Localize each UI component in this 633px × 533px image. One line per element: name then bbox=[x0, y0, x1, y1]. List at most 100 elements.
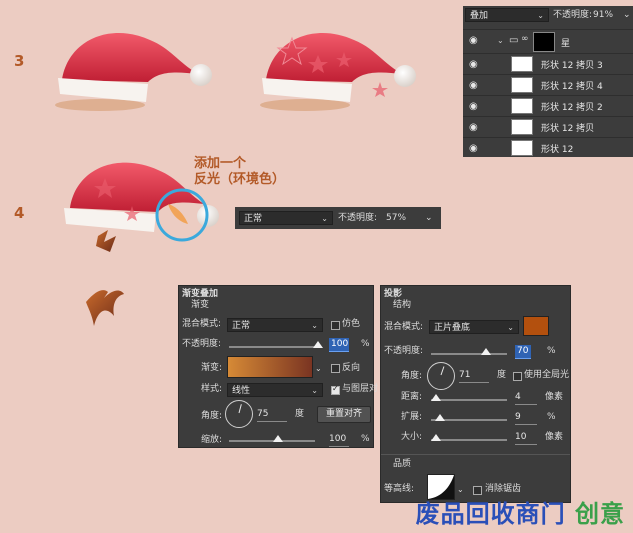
layer-thumbnail bbox=[511, 119, 533, 135]
layer-row[interactable]: ◉ 形状 12 拷贝 4 bbox=[463, 74, 633, 95]
eye-icon[interactable]: ◉ bbox=[469, 122, 478, 133]
opacity-field[interactable]: 70 bbox=[515, 345, 531, 359]
distance-field[interactable]: 4 bbox=[515, 391, 537, 405]
eye-icon[interactable]: ◉ bbox=[469, 35, 478, 46]
scale-field[interactable]: 100 bbox=[329, 433, 349, 447]
divider bbox=[381, 454, 570, 455]
opacity-slider[interactable] bbox=[431, 348, 507, 355]
distance-label: 距离: bbox=[401, 392, 423, 402]
blend-mode-value: 正常 bbox=[232, 321, 251, 331]
layer-group-row[interactable]: ◉ ⌄ ▭ ∞ 星 bbox=[463, 29, 633, 53]
blend-mode-select[interactable]: 正常 ⌄ bbox=[227, 318, 323, 332]
eye-icon[interactable]: ◉ bbox=[469, 59, 478, 70]
spread-slider[interactable] bbox=[431, 414, 507, 421]
layer-name: 形状 12 bbox=[541, 145, 574, 155]
style-value: 线性 bbox=[232, 386, 251, 396]
watermark: 废品回收商门 创意 bbox=[416, 494, 625, 529]
slider-thumb[interactable] bbox=[435, 414, 445, 421]
size-slider[interactable] bbox=[431, 434, 507, 441]
dither-label: 仿色 bbox=[342, 319, 361, 329]
layer-name: 形状 12 拷贝 3 bbox=[541, 61, 603, 71]
global-light-label: 使用全局光 bbox=[524, 370, 570, 380]
eye-icon[interactable]: ◉ bbox=[469, 143, 478, 154]
pixels-label: 像素 bbox=[545, 432, 564, 442]
opacity-label: 不透明度: bbox=[553, 10, 593, 20]
size-field[interactable]: 10 bbox=[515, 431, 537, 445]
chevron-down-icon[interactable]: ⌄ bbox=[623, 9, 631, 22]
blend-mode-select[interactable]: 正片叠底 ⌄ bbox=[429, 320, 519, 334]
blend-opacity-bar: 正常 ⌄ 不透明度: 57% ⌄ bbox=[235, 207, 441, 229]
section-title: 结构 bbox=[393, 300, 412, 310]
gradient-overlay-panel: 渐变叠加 渐变 混合模式: 正常 ⌄ 仿色 不透明度: 100 % 渐变: ⌄ … bbox=[178, 285, 378, 448]
align-with-layer-checkbox[interactable] bbox=[331, 384, 340, 395]
reverse-label: 反向 bbox=[342, 363, 361, 373]
angle-field[interactable]: 71 bbox=[459, 369, 489, 383]
blend-mode-select[interactable]: 正常 ⌄ bbox=[239, 211, 333, 225]
size-label: 大小: bbox=[401, 432, 423, 442]
blend-mode-value: 叠加 bbox=[470, 11, 489, 21]
pixels-label: 像素 bbox=[545, 392, 564, 402]
global-light-checkbox[interactable] bbox=[513, 372, 522, 381]
angle-dial[interactable] bbox=[225, 400, 253, 428]
blend-mode-label: 混合模式: bbox=[384, 322, 424, 332]
percent-label: % bbox=[547, 346, 556, 356]
opacity-value[interactable]: 91% bbox=[593, 9, 613, 22]
slider-thumb[interactable] bbox=[431, 394, 441, 401]
chevron-down-icon[interactable]: ⌄ bbox=[315, 362, 322, 375]
chevron-down-icon: ⌄ bbox=[311, 321, 318, 330]
layer-row[interactable]: ◉ 形状 12 拷贝 2 bbox=[463, 95, 633, 116]
blend-mode-value: 正片叠底 bbox=[434, 323, 471, 333]
chevron-down-icon[interactable]: ⌄ bbox=[425, 212, 433, 225]
angle-label: 角度: bbox=[201, 411, 223, 421]
opacity-slider[interactable] bbox=[229, 341, 323, 348]
slider-thumb[interactable] bbox=[273, 435, 283, 442]
contour-label: 等高线: bbox=[384, 484, 415, 494]
layer-name: 形状 12 拷贝 bbox=[541, 124, 595, 134]
angle-label: 角度: bbox=[401, 371, 423, 381]
opacity-field[interactable]: 100 bbox=[329, 338, 349, 352]
group-name: 星 bbox=[561, 39, 571, 49]
slider-thumb[interactable] bbox=[313, 341, 323, 348]
chevron-down-icon[interactable]: ⌄ bbox=[497, 36, 504, 45]
layer-row[interactable]: ◉ 形状 12 拷贝 3 bbox=[463, 53, 633, 74]
watermark-suffix: 创意 bbox=[575, 500, 625, 528]
reset-alignment-button[interactable]: 重置对齐 bbox=[317, 406, 371, 423]
slider-thumb[interactable] bbox=[431, 434, 441, 441]
slider-thumb[interactable] bbox=[481, 348, 491, 355]
spread-label: 扩展: bbox=[401, 412, 423, 422]
distance-slider[interactable] bbox=[431, 394, 507, 401]
gradient-swatch[interactable] bbox=[227, 356, 313, 378]
eye-icon[interactable]: ◉ bbox=[469, 80, 478, 91]
opacity-label: 不透明度: bbox=[338, 213, 378, 223]
angle-dial[interactable] bbox=[427, 362, 455, 390]
layer-name: 形状 12 拷贝 2 bbox=[541, 103, 603, 113]
align-with-layer-label: 与图层对 bbox=[342, 384, 379, 394]
opacity-value[interactable]: 57% bbox=[386, 212, 406, 225]
percent-label: % bbox=[361, 339, 370, 349]
blend-mode-value: 正常 bbox=[244, 214, 263, 224]
dither-checkbox[interactable] bbox=[331, 321, 340, 330]
layer-mask-thumbnail[interactable] bbox=[533, 32, 555, 52]
scale-slider[interactable] bbox=[229, 435, 315, 442]
santa-hat-stars bbox=[260, 33, 416, 111]
drop-shadow-panel: 投影 结构 混合模式: 正片叠底 ⌄ 不透明度: 70 % 角度: 71 度 使… bbox=[380, 285, 571, 503]
reverse-checkbox[interactable] bbox=[331, 364, 340, 373]
annotation-line-2: 反光（环境色） bbox=[194, 172, 286, 187]
shadow-color-swatch[interactable] bbox=[523, 316, 549, 336]
gradient-label: 渐变: bbox=[201, 363, 223, 373]
eye-icon[interactable]: ◉ bbox=[469, 101, 478, 112]
angle-needle bbox=[238, 404, 242, 414]
folder-icon: ▭ bbox=[509, 35, 519, 46]
layer-name: 形状 12 拷贝 4 bbox=[541, 82, 603, 92]
spread-unit: % bbox=[547, 412, 556, 422]
layer-thumbnail bbox=[511, 140, 533, 156]
style-select[interactable]: 线性 ⌄ bbox=[227, 383, 323, 397]
quality-title: 品质 bbox=[393, 459, 412, 469]
spread-field[interactable]: 9 bbox=[515, 411, 537, 425]
percent-label: % bbox=[361, 434, 370, 444]
layer-row[interactable]: ◉ 形状 12 bbox=[463, 137, 633, 157]
blend-mode-select[interactable]: 叠加 ⌄ bbox=[465, 8, 549, 22]
angle-field[interactable]: 75 bbox=[257, 408, 287, 422]
layer-row[interactable]: ◉ 形状 12 拷贝 bbox=[463, 116, 633, 137]
annotation-line-1: 添加一个 bbox=[194, 156, 247, 171]
